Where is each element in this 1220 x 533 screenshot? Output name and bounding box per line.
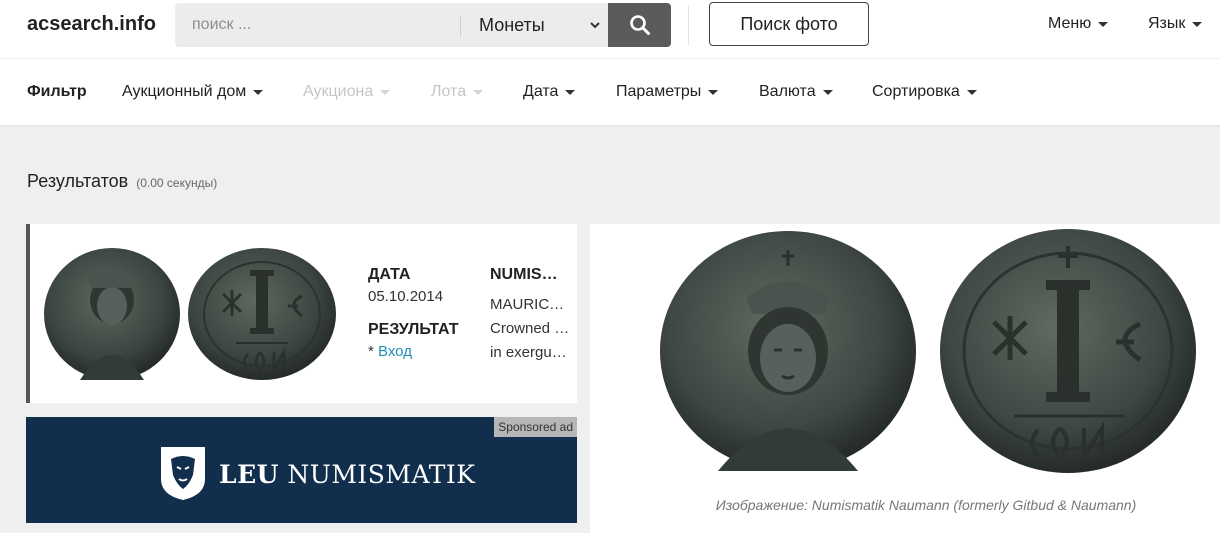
caret-down-icon (253, 89, 264, 95)
filter-parameters[interactable]: Параметры (616, 83, 719, 101)
caret-down-icon (1098, 21, 1109, 27)
date-label: ДАТА (368, 266, 411, 283)
search-input[interactable] (175, 3, 460, 47)
language-dropdown[interactable]: Язык (1148, 15, 1203, 33)
search-bar: Монеты (175, 3, 671, 47)
filter-auction-house[interactable]: Аукционный дом (122, 83, 264, 101)
results-label: Результатов (27, 171, 129, 191)
ad-brand-rest: NUMISMATIK (287, 460, 476, 489)
auction-heading: NUMISMATIK NAUMANN (490, 266, 570, 283)
sponsored-label: Sponsored ad (494, 417, 577, 437)
ad-brand: LEU NUMISMATIK (219, 460, 475, 489)
filter-auction-house-label: Аукционный дом (122, 83, 247, 100)
language-label: Язык (1148, 15, 1186, 32)
category-select[interactable]: Монеты (461, 3, 608, 47)
sponsored-ad-banner[interactable]: Sponsored ad LEU NUMISMATIK (26, 417, 577, 523)
caret-down-icon (565, 89, 576, 95)
category-select-value: Монеты (479, 15, 545, 35)
image-caption: Изображение: Numismatik Naumann (formerl… (715, 497, 1137, 513)
filter-lots: Лота (431, 83, 484, 101)
filter-title: Фильтр (27, 83, 87, 100)
caret-down-icon (473, 89, 484, 95)
header-divider (688, 5, 689, 45)
filter-auctions: Аукциона (303, 83, 391, 101)
caret-down-icon (380, 89, 391, 95)
result-label: РЕЗУЛЬТАТ (368, 321, 459, 338)
filter-sort[interactable]: Сортировка (872, 83, 977, 101)
filter-date[interactable]: Дата (523, 83, 576, 101)
caret-down-icon (1192, 21, 1203, 27)
top-navbar: acsearch.info Монеты Поиск фото Меню Язы… (0, 0, 1220, 58)
date-value: 05.10.2014 (368, 288, 444, 305)
site-logo[interactable]: acsearch.info (27, 13, 156, 36)
caret-down-icon (966, 89, 977, 95)
description-line-3: in exergue CON (490, 344, 570, 361)
coin-preview-image[interactable] (658, 226, 1196, 488)
filter-auctions-label: Аукциона (303, 83, 374, 100)
result-prefix: * (368, 343, 379, 360)
image-preview-panel: Изображение: Numismatik Naumann (formerl… (590, 224, 1220, 533)
description-line-2: Crowned facing bust (490, 320, 570, 337)
filter-currency[interactable]: Валюта (759, 83, 833, 101)
coin-thumbnail[interactable] (40, 238, 340, 386)
description-line-1: MAURICE TIBERIUS (490, 296, 570, 313)
results-heading: Результатов (0.00 секунды) (27, 171, 217, 192)
menu-label: Меню (1048, 15, 1092, 32)
filter-date-label: Дата (523, 83, 559, 100)
caret-down-icon (822, 89, 833, 95)
filter-currency-label: Валюта (759, 83, 816, 100)
result-card[interactable]: ДАТА 05.10.2014 РЕЗУЛЬТАТ * Вход NUMISMA… (26, 224, 577, 403)
menu-dropdown[interactable]: Меню (1048, 15, 1109, 33)
search-icon (629, 15, 650, 35)
lion-shield-icon (161, 447, 205, 500)
filter-sort-label: Сортировка (872, 83, 960, 100)
filter-lots-label: Лота (431, 83, 467, 100)
result-value: * Вход (368, 343, 412, 360)
search-button[interactable] (608, 3, 671, 47)
caret-down-icon (708, 89, 719, 95)
chevron-down-icon (590, 22, 600, 29)
results-time: (0.00 секунды) (136, 176, 218, 190)
filter-parameters-label: Параметры (616, 83, 702, 100)
login-link[interactable]: Вход (378, 343, 412, 360)
photo-search-button[interactable]: Поиск фото (709, 2, 869, 46)
filter-bar: Фильтр Аукционный дом Аукциона Лота Дата… (0, 58, 1220, 125)
ad-brand-bold: LEU (219, 460, 279, 489)
